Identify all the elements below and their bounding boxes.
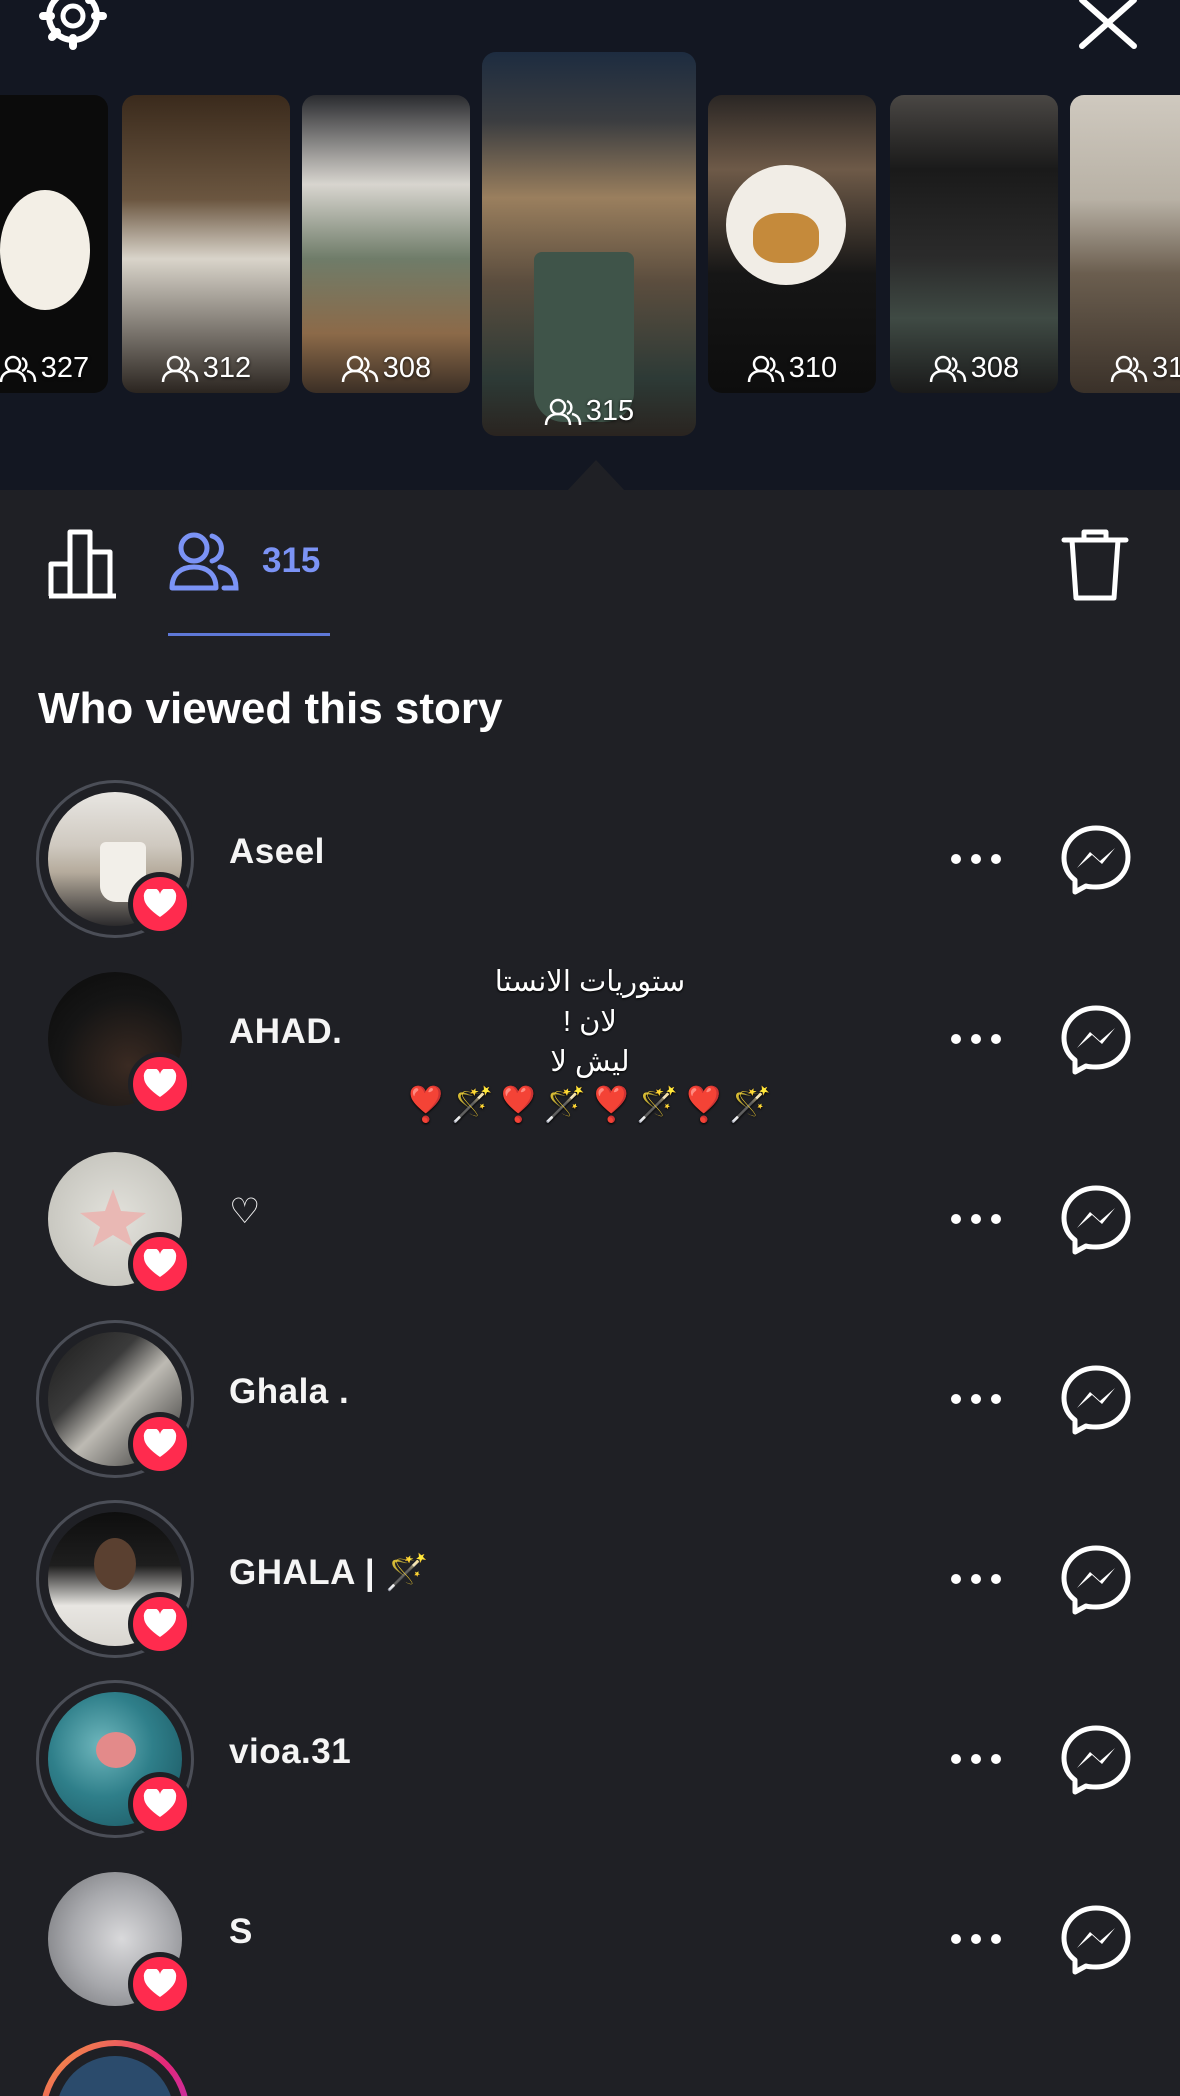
story-thumbnail[interactable]: 327 <box>0 95 108 393</box>
heart-icon <box>128 1592 192 1656</box>
overlay-line: لان ! <box>563 1006 617 1038</box>
messenger-icon[interactable] <box>1060 1904 1132 1976</box>
heart-icon <box>128 1052 192 1116</box>
section-title: Who viewed this story <box>38 684 503 733</box>
heart-icon <box>128 1232 192 1296</box>
more-options-icon[interactable] <box>948 1382 1004 1416</box>
viewers-count: 315 <box>262 541 321 580</box>
heart-icon <box>128 872 192 936</box>
viewer-name: Ghala . <box>229 1372 350 1411</box>
viewer-row[interactable]: S <box>0 1860 1180 2020</box>
story-thumbnail[interactable]: 310 <box>708 95 876 393</box>
heart-icon <box>128 1952 192 2016</box>
viewer-row[interactable]: Ghala . <box>0 1320 1180 1480</box>
more-options-icon[interactable] <box>948 842 1004 876</box>
overlay-caption: ستوريات الانستا لان ! ليش لا ❣️🪄❣️🪄❣️🪄❣️… <box>360 962 820 1128</box>
story-view-count: 308 <box>890 352 1058 385</box>
people-icon <box>929 355 967 382</box>
viewer-name: Aseel <box>229 832 325 871</box>
avatar[interactable] <box>36 1140 194 1298</box>
bar-chart-icon[interactable] <box>46 526 122 602</box>
avatar[interactable] <box>36 1860 194 2018</box>
messenger-icon[interactable] <box>1060 1004 1132 1076</box>
viewer-name: vioa.31 <box>229 1732 352 1771</box>
messenger-icon[interactable] <box>1060 824 1132 896</box>
more-options-icon[interactable] <box>948 1202 1004 1236</box>
people-icon <box>544 398 582 425</box>
viewer-row[interactable]: Aseel <box>0 780 1180 940</box>
messenger-icon[interactable] <box>1060 1364 1132 1436</box>
story-strip: 327 312 308 315 310 308 31 <box>0 0 1180 492</box>
story-view-count: 308 <box>302 352 470 385</box>
avatar[interactable] <box>36 1320 194 1478</box>
people-icon <box>0 355 37 382</box>
people-icon <box>169 532 239 591</box>
tab-viewers[interactable]: 315 <box>168 530 320 592</box>
viewer-row[interactable]: vioa.31 <box>0 1680 1180 1840</box>
viewer-row[interactable]: GHALA | 🪄 <box>0 1500 1180 1660</box>
people-icon <box>1110 355 1148 382</box>
avatar[interactable] <box>36 960 194 1118</box>
close-icon[interactable] <box>1076 0 1140 58</box>
viewer-name: AHAD. <box>229 1012 343 1051</box>
story-thumbnail[interactable]: 308 <box>890 95 1058 393</box>
story-thumbnail[interactable]: 312 <box>122 95 290 393</box>
people-icon <box>747 355 785 382</box>
gear-icon[interactable] <box>38 0 108 56</box>
people-icon <box>341 355 379 382</box>
trash-icon[interactable] <box>1060 528 1130 602</box>
messenger-icon[interactable] <box>1060 1724 1132 1796</box>
people-icon <box>161 355 199 382</box>
active-tab-indicator <box>168 633 330 636</box>
story-view-count: 315 <box>482 395 696 428</box>
story-view-count: 31 <box>1070 352 1180 385</box>
more-options-icon[interactable] <box>948 1742 1004 1776</box>
story-view-count: 327 <box>0 352 108 385</box>
overlay-emoji-line: ❣️🪄❣️🪄❣️🪄❣️🪄 <box>404 1086 776 1124</box>
selection-pointer <box>566 460 626 492</box>
story-thumbnail[interactable]: 31 <box>1070 95 1180 393</box>
more-options-icon[interactable] <box>948 1562 1004 1596</box>
overlay-line: ستوريات الانستا <box>494 966 686 998</box>
story-thumbnail[interactable]: 308 <box>302 95 470 393</box>
viewer-name: GHALA | 🪄 <box>229 1553 430 1592</box>
overlay-line: ليش لا <box>550 1046 630 1078</box>
viewer-row[interactable]: ♡ <box>0 1140 1180 1300</box>
heart-icon <box>128 1772 192 1836</box>
viewer-name: ♡ <box>229 1192 261 1231</box>
avatar[interactable] <box>36 1500 194 1658</box>
story-view-count: 310 <box>708 352 876 385</box>
story-view-count: 312 <box>122 352 290 385</box>
heart-icon <box>128 1412 192 1476</box>
more-options-icon[interactable] <box>948 1922 1004 1956</box>
viewer-name: S <box>229 1912 253 1951</box>
story-thumbnail-selected[interactable]: 315 <box>482 52 696 436</box>
avatar[interactable] <box>36 780 194 938</box>
avatar[interactable] <box>36 1680 194 1838</box>
messenger-icon[interactable] <box>1060 1184 1132 1256</box>
messenger-icon[interactable] <box>1060 1544 1132 1616</box>
more-options-icon[interactable] <box>948 1022 1004 1056</box>
avatar[interactable] <box>40 2040 190 2096</box>
